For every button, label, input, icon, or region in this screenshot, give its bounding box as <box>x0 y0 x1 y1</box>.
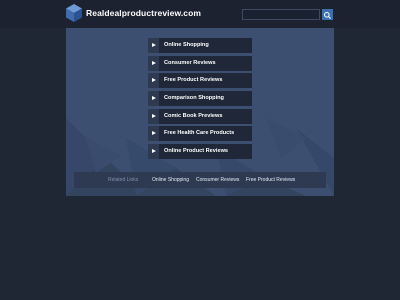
related-link-online-shopping[interactable]: Online Shopping <box>152 177 189 183</box>
top-bar: Realdealproductreview.com <box>0 0 400 28</box>
cube-logo-icon[interactable] <box>66 4 82 22</box>
search-input[interactable] <box>242 9 320 20</box>
link-online-shopping[interactable]: Online Shopping <box>148 38 252 53</box>
link-label: Free Health Care Products <box>164 130 235 137</box>
link-free-product-reviews[interactable]: Free Product Reviews <box>148 73 252 89</box>
arrow-right-icon <box>152 149 156 154</box>
arrow-right-icon <box>152 43 156 47</box>
content-panel: Online Shopping Consumer Reviews Free Pr… <box>66 28 334 196</box>
arrow-right-icon <box>152 96 156 101</box>
arrow-right-icon <box>152 113 156 118</box>
link-label: Comic Book Previews <box>164 112 223 119</box>
link-comic-book-previews[interactable]: Comic Book Previews <box>148 108 252 124</box>
arrow-right-icon <box>152 131 156 136</box>
link-free-health-care-products[interactable]: Free Health Care Products <box>148 126 252 142</box>
related-link-free-product-reviews[interactable]: Free Product Reviews <box>246 177 295 183</box>
search-button[interactable] <box>322 9 333 20</box>
link-list: Online Shopping Consumer Reviews Free Pr… <box>148 38 252 162</box>
link-comparison-shopping[interactable]: Comparison Shopping <box>148 91 252 107</box>
arrow-right-icon <box>152 78 156 83</box>
link-label: Free Product Reviews <box>164 77 223 84</box>
arrow-right-icon <box>152 60 156 65</box>
link-label: Online Product Reviews <box>164 148 229 155</box>
link-consumer-reviews[interactable]: Consumer Reviews <box>148 55 252 71</box>
link-label: Comparison Shopping <box>164 95 224 102</box>
related-link-consumer-reviews[interactable]: Consumer Reviews <box>196 177 239 183</box>
search-icon <box>324 12 331 19</box>
site-title[interactable]: Realdealproductreview.com <box>86 8 201 18</box>
related-links-bar: Related Links Online Shopping Consumer R… <box>74 172 326 188</box>
link-label: Online Shopping <box>164 42 209 48</box>
link-label: Consumer Reviews <box>164 59 216 66</box>
link-online-product-reviews[interactable]: Online Product Reviews <box>148 144 252 160</box>
related-links-label: Related Links <box>108 177 139 183</box>
